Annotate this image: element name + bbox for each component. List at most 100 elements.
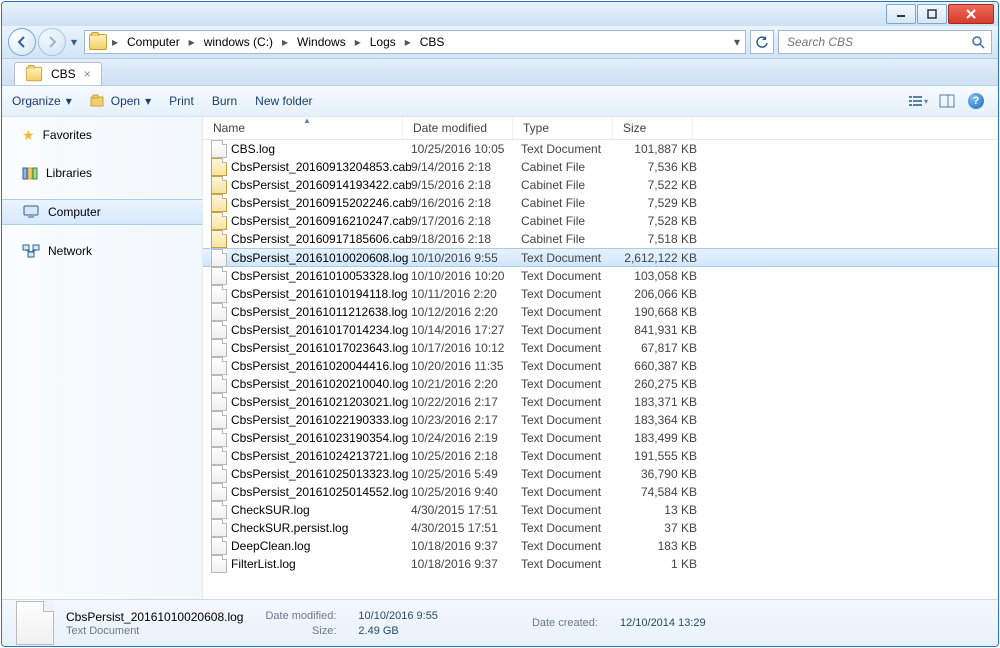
search-input[interactable]: [785, 34, 949, 50]
file-row[interactable]: CbsPersist_20160913204853.cab9/14/2016 2…: [203, 158, 998, 176]
file-row[interactable]: FilterList.log10/18/2016 9:37Text Docume…: [203, 555, 998, 573]
chevron-right-icon[interactable]: ▸: [109, 35, 121, 49]
chevron-down-icon: ▾: [145, 94, 151, 108]
file-name: CBS.log: [231, 142, 275, 156]
file-type: Text Document: [521, 142, 621, 156]
details-filename: CbsPersist_20161010020608.log: [66, 610, 243, 624]
breadcrumb-logs[interactable]: Logs: [364, 31, 402, 53]
back-button[interactable]: [8, 28, 36, 56]
chevron-right-icon[interactable]: ▸: [402, 35, 414, 49]
file-row[interactable]: CbsPersist_20161021203021.log10/22/2016 …: [203, 393, 998, 411]
nav-computer[interactable]: Computer: [2, 199, 202, 225]
file-type: Text Document: [521, 377, 621, 391]
details-pane: CbsPersist_20161010020608.log Date modif…: [2, 599, 998, 646]
file-row[interactable]: CbsPersist_20160914193422.cab9/15/2016 2…: [203, 176, 998, 194]
tab-close-icon[interactable]: ×: [82, 67, 93, 81]
file-size: 1 KB: [621, 557, 701, 571]
burn-button[interactable]: Burn: [212, 94, 237, 108]
file-date: 10/25/2016 10:05: [411, 142, 521, 156]
chevron-right-icon[interactable]: ▸: [186, 35, 198, 49]
view-options-button[interactable]: ▾: [906, 90, 930, 112]
refresh-button[interactable]: [750, 30, 774, 54]
file-row[interactable]: CbsPersist_20161020044416.log10/20/2016 …: [203, 357, 998, 375]
file-size: 36,790 KB: [621, 467, 701, 481]
search-box[interactable]: [778, 30, 992, 54]
details-modified-label: Date modified:: [265, 610, 336, 624]
file-date: 9/14/2016 2:18: [411, 160, 521, 174]
file-row[interactable]: CheckSUR.log4/30/2015 17:51Text Document…: [203, 501, 998, 519]
file-row[interactable]: CbsPersist_20161011212638.log10/12/2016 …: [203, 303, 998, 321]
minimize-button[interactable]: [886, 4, 916, 24]
file-row[interactable]: CbsPersist_20161025013323.log10/25/2016 …: [203, 465, 998, 483]
close-button[interactable]: [948, 4, 994, 24]
maximize-button[interactable]: [917, 4, 947, 24]
chevron-right-icon[interactable]: ▸: [279, 35, 291, 49]
file-row[interactable]: DeepClean.log10/18/2016 9:37Text Documen…: [203, 537, 998, 555]
history-dropdown[interactable]: ▾: [68, 35, 80, 49]
file-row[interactable]: CbsPersist_20161017023643.log10/17/2016 …: [203, 339, 998, 357]
file-row[interactable]: CbsPersist_20161025014552.log10/25/2016 …: [203, 483, 998, 501]
nav-favorites[interactable]: ★ Favorites: [2, 123, 202, 147]
nav-libraries[interactable]: Libraries: [2, 161, 202, 185]
file-row[interactable]: CbsPersist_20161022190333.log10/23/2016 …: [203, 411, 998, 429]
file-name: CbsPersist_20160915202246.cab: [231, 196, 411, 210]
file-size: 2,612,122 KB: [621, 251, 701, 265]
chevron-down-icon[interactable]: ▾: [731, 35, 743, 49]
details-type: Text Document: [66, 625, 243, 637]
file-icon: [211, 501, 227, 519]
titlebar: [2, 2, 998, 26]
file-date: 10/10/2016 9:55: [411, 251, 521, 265]
file-row[interactable]: CbsPersist_20161017014234.log10/14/2016 …: [203, 321, 998, 339]
file-icon: [211, 321, 227, 339]
breadcrumb-cbs[interactable]: CBS: [414, 31, 451, 53]
navigation-pane[interactable]: ★ Favorites Libraries Computer Network: [2, 117, 203, 600]
file-name: CbsPersist_20161024213721.log: [231, 449, 408, 463]
file-icon: [211, 249, 227, 267]
breadcrumb-computer[interactable]: Computer: [121, 31, 186, 53]
file-row[interactable]: CbsPersist_20160916210247.cab9/17/2016 2…: [203, 212, 998, 230]
file-type: Cabinet File: [521, 196, 621, 210]
file-size: 13 KB: [621, 503, 701, 517]
file-type: Text Document: [521, 323, 621, 337]
organize-menu[interactable]: Organize ▾: [12, 94, 72, 108]
file-type: Text Document: [521, 359, 621, 373]
file-size: 7,536 KB: [621, 160, 701, 174]
chevron-right-icon[interactable]: ▸: [352, 35, 364, 49]
tab-cbs[interactable]: CBS ×: [14, 62, 102, 85]
file-size: 190,668 KB: [621, 305, 701, 319]
file-type: Text Document: [521, 395, 621, 409]
file-row[interactable]: CBS.log10/25/2016 10:05Text Document101,…: [203, 140, 998, 158]
file-icon: [211, 465, 227, 483]
file-date: 10/24/2016 2:19: [411, 431, 521, 445]
libraries-icon: [22, 166, 38, 180]
nav-network[interactable]: Network: [2, 239, 202, 263]
file-name: CbsPersist_20160913204853.cab: [231, 160, 411, 174]
column-header-date[interactable]: Date modified: [403, 117, 513, 139]
file-row[interactable]: CbsPersist_20161020210040.log10/21/2016 …: [203, 375, 998, 393]
breadcrumb-windows[interactable]: Windows: [291, 31, 352, 53]
new-folder-button[interactable]: New folder: [255, 94, 312, 108]
help-button[interactable]: ?: [964, 90, 988, 112]
file-row[interactable]: CheckSUR.persist.log4/30/2015 17:51Text …: [203, 519, 998, 537]
file-row[interactable]: CbsPersist_20160915202246.cab9/16/2016 2…: [203, 194, 998, 212]
details-size-label: Size:: [265, 625, 336, 637]
file-icon: [211, 230, 227, 248]
open-button[interactable]: Open ▾: [90, 94, 151, 108]
file-row[interactable]: CbsPersist_20161010053328.log10/10/2016 …: [203, 267, 998, 285]
file-icon: [211, 176, 227, 194]
file-row[interactable]: CbsPersist_20161010194118.log10/11/2016 …: [203, 285, 998, 303]
column-header-size[interactable]: Size: [613, 117, 693, 139]
file-row[interactable]: CbsPersist_20161024213721.log10/25/2016 …: [203, 447, 998, 465]
column-header-type[interactable]: Type: [513, 117, 613, 139]
file-icon: [211, 357, 227, 375]
breadcrumb-drive[interactable]: windows (C:): [198, 31, 279, 53]
file-row[interactable]: CbsPersist_20160917185606.cab9/18/2016 2…: [203, 230, 998, 248]
preview-pane-button[interactable]: [935, 90, 959, 112]
print-button[interactable]: Print: [169, 94, 194, 108]
file-type: Cabinet File: [521, 178, 621, 192]
file-row[interactable]: CbsPersist_20161010020608.log10/10/2016 …: [203, 248, 998, 267]
forward-button[interactable]: [38, 28, 66, 56]
open-icon: [90, 94, 106, 108]
file-row[interactable]: CbsPersist_20161023190354.log10/24/2016 …: [203, 429, 998, 447]
address-bar[interactable]: ▸ Computer ▸ windows (C:) ▸ Windows ▸ Lo…: [84, 30, 746, 54]
